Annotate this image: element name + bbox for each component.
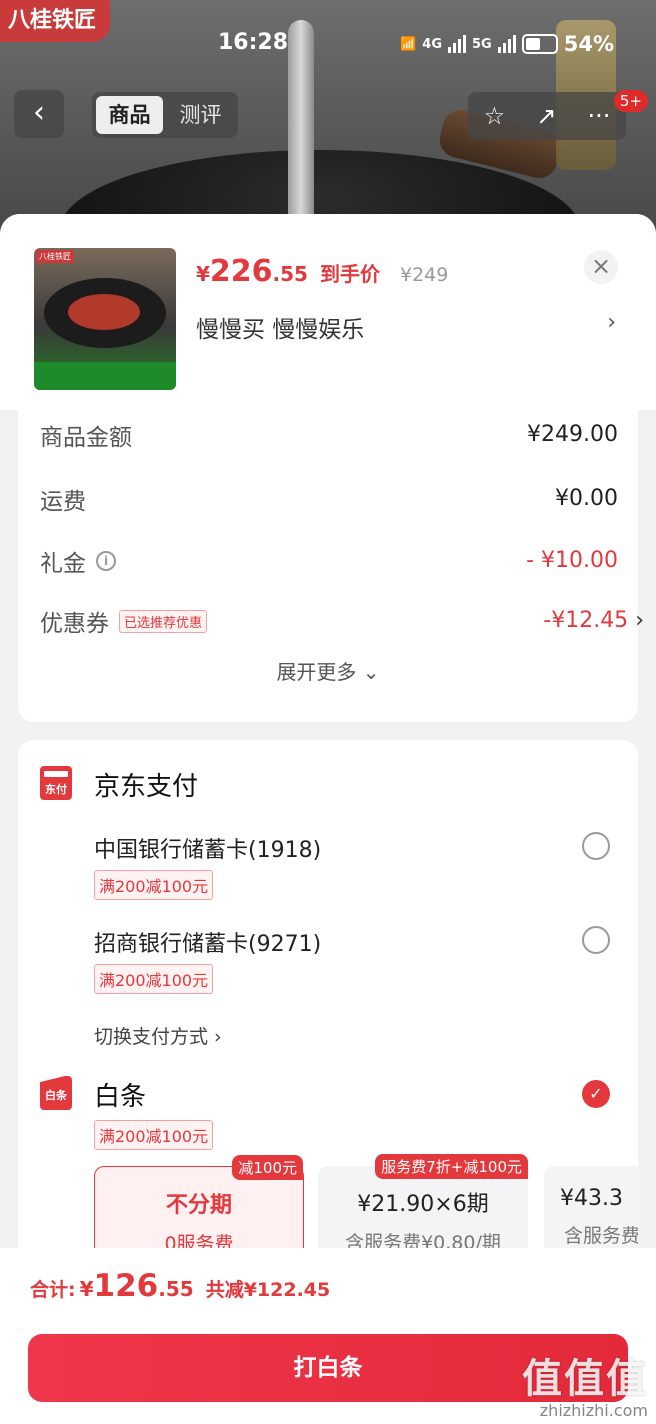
fee-label: 优惠券 bbox=[40, 611, 109, 637]
product-thumbnail: 八桂铁匠 bbox=[34, 248, 176, 390]
fee-value: -¥12.45 › bbox=[543, 608, 644, 633]
final-price-label: 到手价 bbox=[319, 262, 380, 286]
star-icon[interactable]: ☆ bbox=[484, 102, 506, 130]
total-line: 合计: ¥126.55 共减¥122.45 bbox=[30, 1268, 330, 1304]
radio-baitiao[interactable]: ✓ bbox=[582, 1080, 610, 1108]
product-summary: 八桂铁匠 ¥226.55 到手价 ¥249 × 慢慢买 慢慢娱乐 › bbox=[0, 214, 656, 410]
original-price: ¥249 bbox=[399, 264, 449, 286]
baitiao-icon: 白条 bbox=[40, 1076, 72, 1110]
signal-5g-label: 5G bbox=[472, 36, 492, 52]
tab-review[interactable]: 测评 bbox=[167, 96, 234, 134]
fee-row-coupon[interactable]: 优惠券 已选推荐优惠 -¥12.45 › bbox=[40, 604, 644, 644]
signal-5g-icon bbox=[497, 35, 516, 53]
promo-tag: 满200减100元 bbox=[94, 1120, 214, 1150]
plan-sub: 含服务费 bbox=[564, 1225, 638, 1247]
fee-label: 礼金 bbox=[40, 551, 86, 577]
signal-4g-icon bbox=[448, 35, 467, 53]
info-icon[interactable]: i bbox=[96, 551, 116, 571]
coupon-tag: 已选推荐优惠 bbox=[119, 609, 208, 633]
expand-more-button[interactable]: 展开更多 ⌄ bbox=[18, 656, 638, 685]
jd-pay-title: 京东支付 bbox=[94, 772, 199, 802]
baitiao-title[interactable]: 白条 bbox=[94, 1076, 146, 1113]
watermark-logo: 值值值 bbox=[522, 1356, 648, 1402]
battery-icon bbox=[521, 34, 558, 54]
payment-methods: 东付 京东支付 中国银行储蓄卡(1918) 满200减100元 招商银行储蓄卡(… bbox=[18, 740, 638, 1300]
back-button[interactable]: ‹ bbox=[14, 90, 64, 138]
plan-title: ¥21.90×6期 bbox=[357, 1192, 489, 1217]
tab-product[interactable]: 商品 bbox=[96, 96, 163, 134]
total-savings: 共减¥122.45 bbox=[205, 1279, 331, 1301]
fee-value: ¥0.00 bbox=[555, 486, 618, 511]
message-badge: 5+ bbox=[613, 90, 648, 112]
chevron-right-icon[interactable]: › bbox=[607, 310, 616, 335]
bottom-bar: 合计: ¥126.55 共减¥122.45 打白条 值值值 zhizhizhi.… bbox=[0, 1248, 656, 1424]
top-nav: ‹ 商品 测评 ☆ ↗ ··· bbox=[0, 90, 656, 140]
fee-value: ¥249.00 bbox=[527, 422, 618, 447]
fee-row-goods: 商品金额 ¥249.00 bbox=[40, 418, 618, 458]
fee-breakdown: 商品金额 ¥249.00 运费 ¥0.00 礼金 i - ¥10.00 优惠券 … bbox=[18, 410, 644, 722]
price-line: ¥226.55 到手价 ¥249 bbox=[196, 254, 448, 289]
thumbnail-brand-tag: 八桂铁匠 bbox=[36, 250, 74, 263]
radio-cmb[interactable] bbox=[582, 926, 610, 954]
fee-label: 商品金额 bbox=[40, 425, 132, 451]
battery-percent: 54% bbox=[563, 32, 614, 56]
plan-title: 不分期 bbox=[165, 1193, 232, 1218]
fee-label: 运费 bbox=[40, 489, 86, 515]
checkout-sheet: 八桂铁匠 ¥226.55 到手价 ¥249 × 慢慢买 慢慢娱乐 › 商品金额 … bbox=[0, 214, 656, 1424]
total-label: 合计: bbox=[30, 1279, 76, 1301]
fee-value: - ¥10.00 bbox=[526, 548, 618, 573]
more-icon[interactable]: ··· bbox=[588, 102, 611, 130]
switch-payment-link[interactable]: 切换支付方式 › bbox=[94, 1022, 222, 1049]
final-price: ¥226.55 bbox=[196, 254, 308, 289]
signal-4g-label: 4G bbox=[422, 36, 443, 52]
plan-badge: 服务费7折+减100元 bbox=[375, 1154, 528, 1179]
watermark: 值值值 zhizhizhi.com bbox=[522, 1357, 648, 1420]
bank-option-cmb[interactable]: 招商银行储蓄卡(9271) bbox=[94, 926, 321, 958]
chevron-down-icon: ⌄ bbox=[362, 660, 380, 684]
status-icons: 📶 4G 5G 54% bbox=[400, 32, 614, 56]
fee-row-shipping: 运费 ¥0.00 bbox=[40, 482, 618, 522]
status-bar: 16:28 📶 4G 5G 54% bbox=[0, 30, 656, 60]
fee-row-gift: 礼金 i - ¥10.00 bbox=[40, 544, 618, 584]
promo-tag: 满200减100元 bbox=[94, 870, 214, 900]
watermark-url: zhizhizhi.com bbox=[539, 1401, 648, 1420]
total-amount: ¥126.55 bbox=[79, 1268, 194, 1304]
tab-switcher: 商品 测评 bbox=[92, 92, 238, 138]
chevron-right-icon: › bbox=[635, 608, 644, 633]
variant-selector[interactable]: 慢慢买 慢慢娱乐 bbox=[196, 310, 364, 344]
radio-boc[interactable] bbox=[582, 832, 610, 860]
jd-pay-icon: 东付 bbox=[40, 766, 72, 800]
bank-option-boc[interactable]: 中国银行储蓄卡(1918) bbox=[94, 832, 321, 864]
nav-actions: ☆ ↗ ··· bbox=[468, 92, 626, 140]
close-button[interactable]: × bbox=[584, 250, 618, 284]
fee-label-wrap: 礼金 i bbox=[40, 544, 116, 578]
plan-title: ¥43.3 bbox=[560, 1186, 623, 1211]
status-time: 16:28 bbox=[218, 30, 289, 55]
share-icon[interactable]: ↗ bbox=[536, 102, 556, 130]
plan-badge: 减100元 bbox=[232, 1155, 303, 1180]
promo-tag: 满200减100元 bbox=[94, 964, 214, 994]
wifi-icon: 📶 bbox=[400, 36, 417, 52]
fee-label-wrap: 优惠券 已选推荐优惠 bbox=[40, 604, 208, 638]
